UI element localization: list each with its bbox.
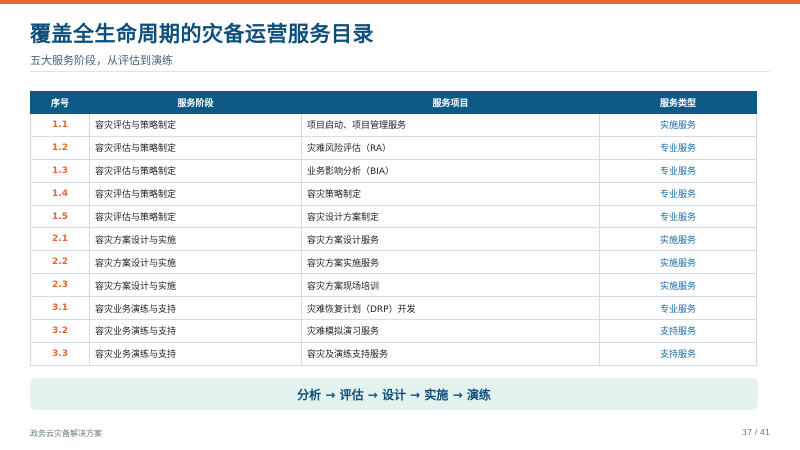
service-catalog-table: 序号 服务阶段 服务项目 服务类型 1.1 容灾评估与策略制定 项目启动、项目管理服… <box>30 91 757 366</box>
row-stage: 容灾评估与策略制定 <box>89 181 302 206</box>
row-stage: 容灾业务演练与支持 <box>89 341 302 366</box>
row-item: 容灾方案设计服务 <box>301 227 600 252</box>
row-type: 实施服务 <box>599 250 757 275</box>
table-row: 2.2 容灾方案设计与实施 容灾方案实施服务 实施服务 <box>30 250 757 275</box>
row-item: 灾难恢复计划（DRP）开发 <box>301 296 600 321</box>
table-row: 1.4 容灾评估与策略制定 容灾策略制定 专业服务 <box>30 181 757 206</box>
row-number: 1.1 <box>30 113 90 137</box>
row-item: 项目启动、项目管理服务 <box>301 113 600 137</box>
row-stage: 容灾评估与策略制定 <box>89 113 302 137</box>
table-row: 2.3 容灾方案设计与实施 容灾方案现场培训 实施服务 <box>30 273 757 298</box>
row-stage: 容灾评估与策略制定 <box>89 135 302 160</box>
column-header-stage: 服务阶段 <box>89 91 302 114</box>
row-type: 专业服务 <box>599 158 757 183</box>
row-stage: 容灾评估与策略制定 <box>89 158 302 183</box>
row-type: 实施服务 <box>599 113 757 137</box>
row-item: 容灾及演练支持服务 <box>301 341 600 366</box>
footer-doc-title: 政务云灾备解决方案 <box>30 429 102 438</box>
row-number: 1.2 <box>30 135 90 160</box>
row-item: 灾难模拟演习服务 <box>301 319 600 343</box>
row-item: 容灾方案现场培训 <box>301 273 600 298</box>
row-number: 1.4 <box>30 181 90 206</box>
row-item: 灾难风险评估（RA） <box>301 135 600 160</box>
footer-page-number: 37 / 41 <box>741 428 770 437</box>
column-header-type: 服务类型 <box>599 91 757 114</box>
row-stage: 容灾方案设计与实施 <box>89 227 302 252</box>
row-type: 实施服务 <box>599 227 757 252</box>
column-header-item: 服务项目 <box>301 91 600 114</box>
row-number: 2.1 <box>30 227 90 252</box>
row-item: 容灾策略制定 <box>301 181 600 206</box>
row-stage: 容灾方案设计与实施 <box>89 273 302 298</box>
row-number: 2.2 <box>30 250 90 275</box>
table-row: 1.3 容灾评估与策略制定 业务影响分析（BIA） 专业服务 <box>30 158 757 183</box>
row-stage: 容灾业务演练与支持 <box>89 296 302 321</box>
table-row: 1.5 容灾评估与策略制定 容灾设计方案制定 专业服务 <box>30 204 757 229</box>
row-type: 支持服务 <box>599 341 757 366</box>
row-item: 业务影响分析（BIA） <box>301 158 600 183</box>
row-number: 2.3 <box>30 273 90 298</box>
row-number: 3.1 <box>30 296 90 321</box>
row-type: 实施服务 <box>599 273 757 298</box>
row-number: 1.5 <box>30 204 90 229</box>
table-row: 1.1 容灾评估与策略制定 项目启动、项目管理服务 实施服务 <box>30 113 757 137</box>
row-type: 专业服务 <box>599 204 757 229</box>
process-flow-banner: 分析 → 评估 → 设计 → 实施 → 演练 <box>30 378 758 410</box>
subtitle-divider <box>30 71 770 72</box>
table-row: 2.1 容灾方案设计与实施 容灾方案设计服务 实施服务 <box>30 227 757 252</box>
row-type: 支持服务 <box>599 319 757 343</box>
column-header-no: 序号 <box>30 91 90 114</box>
page-subtitle: 五大服务阶段，从评估到演练 <box>30 54 173 67</box>
top-accent-bar <box>0 0 800 4</box>
table-row: 1.2 容灾评估与策略制定 灾难风险评估（RA） 专业服务 <box>30 135 757 160</box>
row-type: 专业服务 <box>599 296 757 321</box>
row-number: 3.2 <box>30 319 90 343</box>
page-title: 覆盖全生命周期的灾备运营服务目录 <box>30 22 374 46</box>
table-row: 3.2 容灾业务演练与支持 灾难模拟演习服务 支持服务 <box>30 319 757 343</box>
row-number: 3.3 <box>30 341 90 366</box>
row-number: 1.3 <box>30 158 90 183</box>
row-item: 容灾设计方案制定 <box>301 204 600 229</box>
service-catalog-table-wrapper: 序号 服务阶段 服务项目 服务类型 1.1 容灾评估与策略制定 项目启动、项目管理服… <box>30 91 757 366</box>
row-type: 专业服务 <box>599 181 757 206</box>
row-item: 容灾方案实施服务 <box>301 250 600 275</box>
table-row: 3.1 容灾业务演练与支持 灾难恢复计划（DRP）开发 专业服务 <box>30 296 757 321</box>
row-stage: 容灾评估与策略制定 <box>89 204 302 229</box>
row-stage: 容灾方案设计与实施 <box>89 250 302 275</box>
table-header-row: 序号 服务阶段 服务项目 服务类型 <box>30 91 757 114</box>
table-body: 1.1 容灾评估与策略制定 项目启动、项目管理服务 实施服务 1.2 容灾评估与策略制定灾… <box>30 113 757 366</box>
row-stage: 容灾业务演练与支持 <box>89 319 302 343</box>
table-row: 3.3 容灾业务演练与支持 容灾及演练支持服务 支持服务 <box>30 341 757 366</box>
row-type: 专业服务 <box>599 135 757 160</box>
process-flow-text: 分析 → 评估 → 设计 → 实施 → 演练 <box>297 387 491 402</box>
